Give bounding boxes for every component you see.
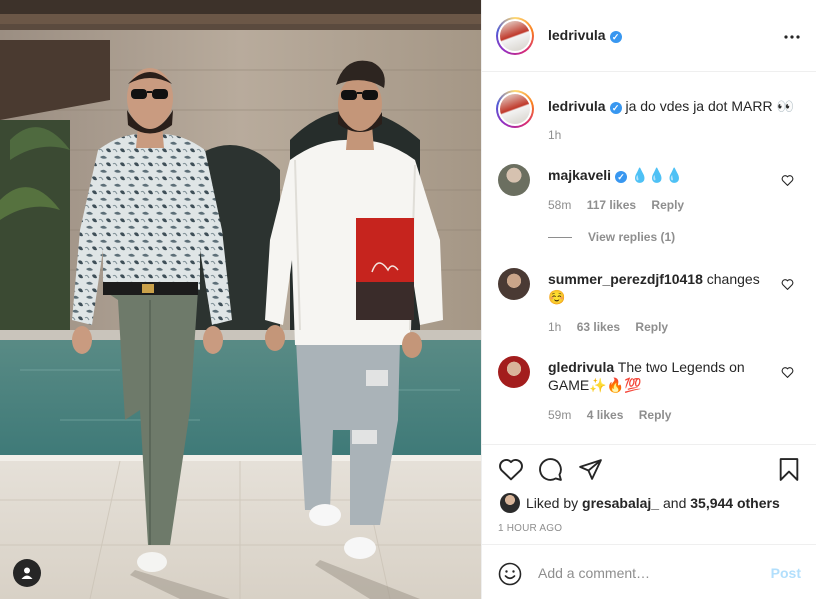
- comment-like-button[interactable]: [781, 173, 794, 189]
- comment-meta: 59m 4 likes Reply: [548, 408, 683, 422]
- comment-reply-button[interactable]: Reply: [635, 320, 668, 334]
- comment-avatar[interactable]: [498, 268, 530, 300]
- comment-username[interactable]: majkaveli: [548, 167, 611, 183]
- comment-username[interactable]: gledrivula: [548, 359, 614, 375]
- comment-icon: [539, 458, 562, 481]
- smiley-icon: [498, 562, 522, 586]
- comment-avatar[interactable]: [498, 356, 530, 388]
- comment-likes[interactable]: 63 likes: [577, 320, 620, 334]
- more-horizontal-icon: [784, 35, 800, 39]
- comment-likes[interactable]: 117 likes: [587, 198, 636, 212]
- user-tag-button[interactable]: [13, 559, 41, 587]
- likes-middle: and: [663, 495, 687, 511]
- post-actions: Liked by gresabalaj_ and 35,944 others 1…: [482, 444, 816, 544]
- caption-body: ledrivula ✓ ja do vdes ja dot MARR 👀: [548, 97, 798, 115]
- comment-time[interactable]: 1h: [548, 320, 561, 334]
- likes-prefix: Liked by: [526, 495, 579, 511]
- post-photo[interactable]: [0, 0, 481, 599]
- bookmark-icon: [779, 458, 799, 481]
- comment-button[interactable]: [538, 457, 563, 485]
- author-avatar[interactable]: [496, 17, 534, 55]
- caption-text: ja do vdes ja dot MARR 👀: [625, 98, 794, 114]
- comment-text: 💧💧💧: [630, 167, 684, 183]
- view-replies-label[interactable]: View replies (1): [588, 230, 675, 244]
- photo-illustration: [0, 0, 481, 599]
- paper-plane-icon: [579, 459, 602, 480]
- verified-badge-icon: ✓: [609, 31, 622, 43]
- save-button[interactable]: [778, 457, 800, 485]
- comment-avatar[interactable]: [498, 164, 530, 196]
- comment-meta: 58m 117 likes Reply: [548, 198, 696, 212]
- comment-input[interactable]: [538, 562, 758, 584]
- emoji-button[interactable]: [498, 562, 522, 589]
- liker-username[interactable]: gresabalaj_: [582, 495, 659, 511]
- author-username[interactable]: ledrivula ✓: [548, 27, 622, 43]
- post-side-panel: ledrivula ✓ ledrivula ✓ ja do vdes ja dot …: [481, 0, 816, 599]
- comment-reply-button[interactable]: Reply: [639, 408, 672, 422]
- caption-avatar[interactable]: [496, 90, 534, 128]
- caption-time[interactable]: 1h: [548, 128, 561, 142]
- comment-like-button[interactable]: [781, 365, 794, 381]
- post-header: ledrivula ✓: [482, 0, 816, 72]
- user-tag-icon: [21, 567, 33, 579]
- heart-icon: [781, 367, 794, 379]
- view-replies-line: [548, 237, 572, 239]
- view-replies-button[interactable]: View replies (1): [548, 230, 675, 244]
- comment-time[interactable]: 58m: [548, 198, 571, 212]
- comment-reply-button[interactable]: Reply: [651, 198, 684, 212]
- likes-count[interactable]: 35,944 others: [690, 495, 780, 511]
- comment-likes[interactable]: 4 likes: [587, 408, 624, 422]
- comment-body: gledrivula The two Legends on GAME✨🔥💯: [548, 358, 768, 394]
- comment-time[interactable]: 59m: [548, 408, 571, 422]
- comment-meta: 1h 63 likes Reply: [548, 320, 680, 334]
- verified-badge-icon: ✓: [615, 171, 628, 183]
- comments-list[interactable]: ledrivula ✓ ja do vdes ja dot MARR 👀 1h m…: [482, 72, 816, 444]
- verified-badge-icon: ✓: [609, 102, 622, 114]
- post-timestamp[interactable]: 1 HOUR AGO: [498, 523, 562, 534]
- comment-username[interactable]: summer_perezdjf10418: [548, 271, 703, 287]
- add-comment-bar: Post: [482, 544, 816, 599]
- heart-icon: [781, 279, 794, 291]
- like-button[interactable]: [498, 457, 524, 484]
- share-button[interactable]: [578, 457, 603, 485]
- liker-avatar[interactable]: [500, 493, 520, 513]
- comment-like-button[interactable]: [781, 277, 794, 293]
- heart-icon: [781, 175, 794, 187]
- heart-icon: [499, 458, 523, 481]
- comment-body: summer_perezdjf10418 changes ☺️: [548, 270, 768, 306]
- comment-body: majkaveli ✓ 💧💧💧: [548, 166, 768, 184]
- caption-username[interactable]: ledrivula: [548, 98, 606, 114]
- more-options-button[interactable]: [783, 27, 801, 45]
- likes-summary: Liked by gresabalaj_ and 35,944 others: [500, 493, 780, 513]
- post-comment-button[interactable]: Post: [771, 565, 801, 581]
- author-username-text[interactable]: ledrivula: [548, 27, 606, 43]
